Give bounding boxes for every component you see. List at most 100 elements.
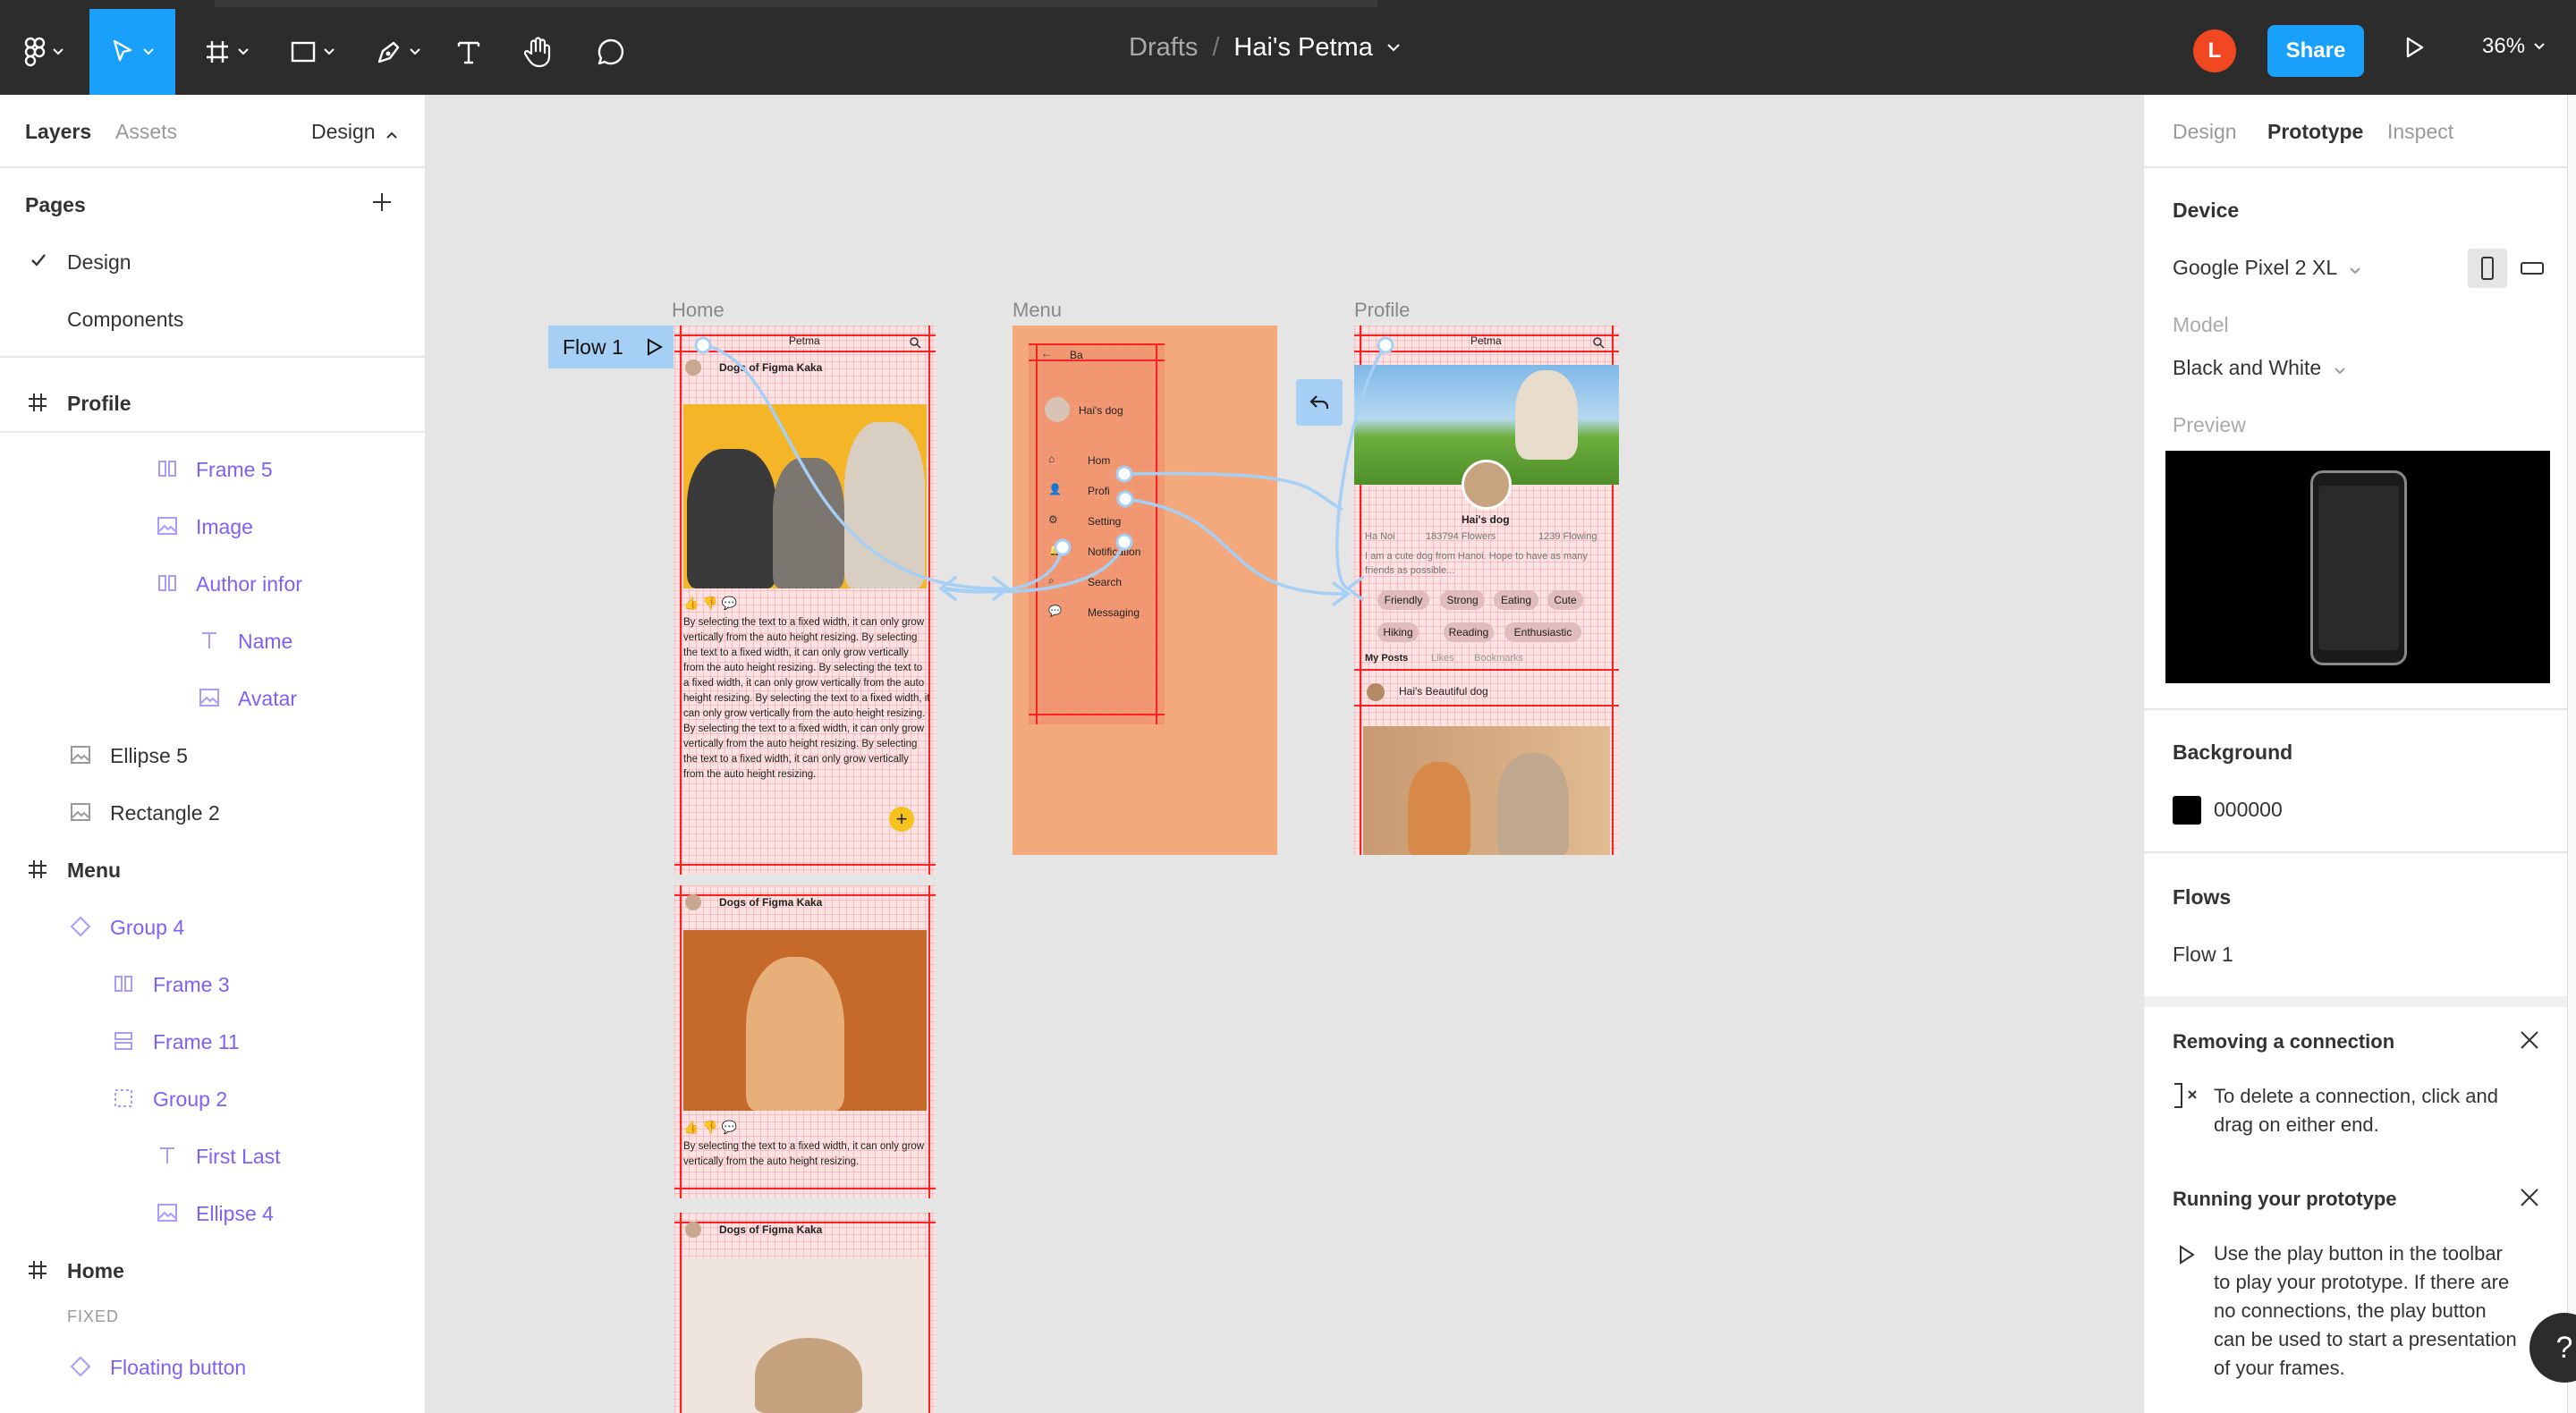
layer-first-last[interactable]: First Last	[0, 1127, 425, 1184]
layer-label: Group 2	[153, 1087, 228, 1111]
device-value: Google Pixel 2 XL	[2173, 256, 2337, 279]
design-dropdown-label: Design	[311, 120, 376, 143]
layer-home[interactable]: Home	[0, 1241, 425, 1299]
divider	[2144, 708, 2576, 710]
page-item-components[interactable]: Components	[0, 291, 425, 344]
background-hex[interactable]: 000000	[2214, 798, 2283, 822]
hand-tool-button[interactable]	[517, 9, 562, 95]
layer-name[interactable]: Name	[0, 612, 425, 669]
chevron-down-icon	[53, 48, 64, 55]
frame-hash-icon	[29, 860, 47, 878]
chevron-down-icon	[2534, 43, 2545, 50]
layer-rectangle-2[interactable]: Rectangle 2	[0, 783, 425, 841]
comment-icon	[597, 38, 624, 65]
layer-image[interactable]: Image	[0, 497, 425, 554]
layer-avatar[interactable]: Avatar	[0, 669, 425, 726]
layer-label: Frame 3	[153, 973, 230, 996]
checkmark-icon	[31, 254, 46, 267]
figma-logo-icon	[24, 37, 46, 67]
layer-ellipse-4[interactable]: Ellipse 4	[0, 1184, 425, 1241]
frame-hash-icon	[29, 393, 47, 411]
breadcrumb[interactable]: Drafts / Hai's Petma	[1129, 0, 1400, 95]
layer-frame-3[interactable]: Frame 3	[0, 955, 425, 1012]
layer-label: Ellipse 4	[196, 1202, 274, 1225]
chevron-down-icon	[410, 48, 420, 55]
layer-label: First Last	[196, 1145, 281, 1168]
background-swatch[interactable]	[2173, 796, 2201, 825]
tab-design[interactable]: Design	[2173, 120, 2237, 144]
divider	[0, 166, 425, 168]
prototype-connections[interactable]	[427, 95, 2142, 1413]
tab-layers[interactable]: Layers	[25, 120, 91, 144]
tab-prototype[interactable]: Prototype	[2267, 120, 2363, 144]
portrait-toggle[interactable]	[2468, 249, 2507, 288]
breadcrumb-drafts[interactable]: Drafts	[1129, 33, 1198, 63]
tip-running-text: Use the play button in the toolbar to pl…	[2214, 1242, 2517, 1379]
image-icon	[199, 689, 219, 706]
layer-profile[interactable]: Profile	[0, 374, 425, 431]
image-icon	[157, 1204, 177, 1222]
landscape-toggle[interactable]	[2512, 249, 2552, 288]
rectangle-icon	[291, 41, 316, 63]
layer-ellipse-5[interactable]: Ellipse 5	[0, 726, 425, 783]
main-menu-button[interactable]	[13, 9, 75, 95]
tip-removing-text: To delete a connection, click and drag o…	[2214, 1085, 2498, 1136]
layer-label: Home	[67, 1259, 124, 1282]
pages-title: Pages	[25, 193, 86, 216]
group-icon	[114, 1089, 132, 1107]
zoom-level: 36%	[2482, 34, 2526, 58]
model-select[interactable]: Black and White	[2173, 356, 2345, 380]
model-value: Black and White	[2173, 356, 2322, 379]
cursor-icon	[113, 39, 132, 62]
frame-tool-button[interactable]	[195, 9, 258, 95]
autolayout-horizontal-icon	[158, 575, 176, 591]
image-icon	[71, 803, 90, 821]
layer-label: Floating button	[110, 1356, 247, 1379]
layer-author-infor[interactable]: Author infor	[0, 554, 425, 612]
text-tool-button[interactable]	[447, 9, 490, 95]
canvas[interactable]: Home Menu Profile Flow 1 Petma Dogs of F…	[427, 95, 2142, 1413]
chevron-down-icon[interactable]	[1387, 43, 1400, 52]
preview-label: Preview	[2173, 413, 2246, 436]
device-select[interactable]: Google Pixel 2 XL	[2173, 256, 2360, 280]
layer-group-4[interactable]: Group 4	[0, 898, 425, 955]
frame-hash-icon	[29, 1261, 47, 1279]
shape-tool-button[interactable]	[281, 9, 343, 95]
left-panel: Layers Assets Design Pages Design Compon…	[0, 95, 426, 1413]
flow-item[interactable]: Flow 1	[2173, 943, 2233, 967]
layer-label: Profile	[67, 392, 131, 415]
close-icon[interactable]	[2520, 1030, 2539, 1050]
comment-tool-button[interactable]	[589, 9, 633, 95]
close-icon[interactable]	[2520, 1188, 2539, 1207]
user-avatar[interactable]: L	[2193, 30, 2236, 72]
hand-icon	[524, 37, 551, 68]
layer-frame-5[interactable]: Frame 5	[0, 440, 425, 497]
play-icon	[2406, 37, 2424, 58]
autolayout-horizontal-icon	[114, 976, 132, 992]
layer-group-2[interactable]: Group 2	[0, 1070, 425, 1127]
move-tool-button[interactable]	[89, 9, 175, 95]
divider	[2144, 166, 2576, 168]
chevron-down-icon	[238, 48, 249, 55]
text-layer-icon	[160, 1147, 174, 1163]
divider	[0, 356, 425, 358]
tab-inspect[interactable]: Inspect	[2387, 120, 2453, 144]
fixed-section-label: FIXED	[67, 1307, 120, 1325]
layer-floating-button[interactable]: Floating button	[0, 1338, 425, 1395]
text-icon	[457, 41, 480, 64]
page-item-design[interactable]: Design	[0, 233, 425, 287]
layer-menu[interactable]: Menu	[0, 841, 425, 898]
pen-tool-button[interactable]	[367, 9, 429, 95]
present-button[interactable]	[2401, 34, 2428, 65]
right-scrollbar[interactable]	[2567, 95, 2576, 1413]
layer-frame-11[interactable]: Frame 11	[0, 1012, 425, 1070]
tab-assets[interactable]: Assets	[115, 120, 177, 144]
breadcrumb-separator: /	[1212, 32, 1220, 62]
zoom-menu[interactable]: 36%	[2482, 34, 2545, 59]
layer-label: Frame 5	[196, 458, 273, 481]
layer-label: Group 4	[110, 916, 185, 939]
file-name[interactable]: Hai's Petma	[1233, 33, 1372, 63]
share-button[interactable]: Share	[2267, 25, 2364, 77]
add-page-icon[interactable]	[371, 191, 393, 213]
design-dropdown[interactable]: Design	[311, 120, 397, 144]
